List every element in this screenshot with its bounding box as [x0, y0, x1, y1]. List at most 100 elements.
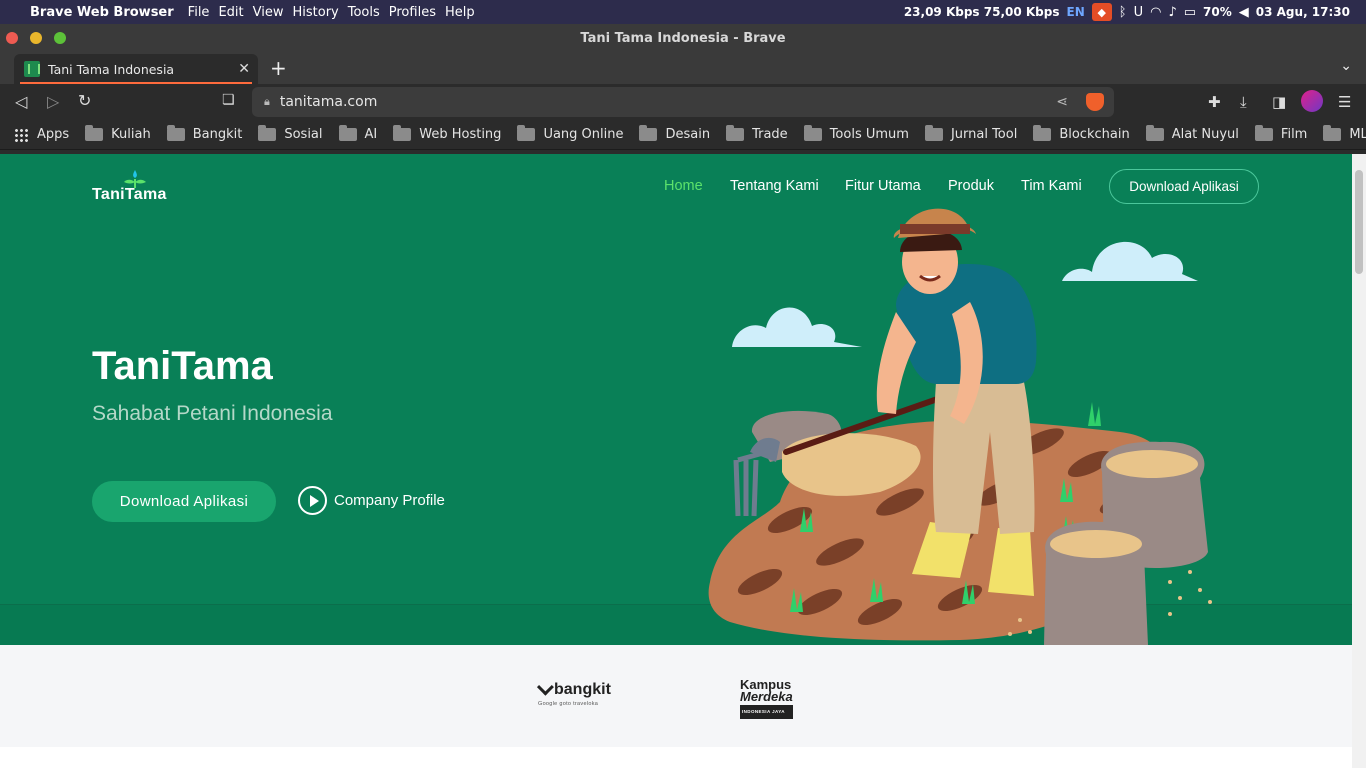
download-app-button[interactable]: Download Aplikasi — [92, 481, 276, 522]
clock[interactable]: 03 Agu, 17:30 — [1256, 5, 1350, 19]
tanitama-favicon-icon — [24, 61, 40, 77]
close-window-button[interactable] — [6, 32, 18, 44]
url-text[interactable]: tanitama.com — [280, 94, 377, 110]
folder-icon — [803, 125, 822, 141]
menu-edit[interactable]: Edit — [218, 5, 243, 20]
bookmark-folder[interactable]: AI — [338, 125, 378, 142]
bookmark-apps[interactable]: Apps — [14, 127, 69, 142]
bookmark-folder[interactable]: Kuliah — [85, 125, 151, 142]
hero-section: TaniTama Home Tentang Kami Fitur Utama P… — [0, 154, 1352, 645]
wifi-icon[interactable]: ◠ — [1150, 5, 1161, 20]
notification-bell-icon[interactable]: ♪ — [1168, 5, 1176, 20]
status-area: 23,09 Kbps 75,00 Kbps EN ◆ ᛒ U ◠ ♪ ▭ 70%… — [904, 3, 1366, 21]
forward-arrow-icon[interactable]: ▷ — [47, 92, 59, 111]
folder-icon — [166, 125, 185, 141]
hero-subtitle: Sahabat Petani Indonesia — [92, 402, 333, 425]
nav-produk[interactable]: Produk — [948, 178, 994, 194]
bookmark-folder[interactable]: Jurnal Tool — [924, 125, 1018, 142]
profile-avatar[interactable] — [1301, 90, 1323, 112]
sidebar-toggle-icon[interactable]: ◨ — [1272, 93, 1286, 111]
tab-close-icon[interactable]: ✕ — [238, 61, 250, 77]
bookmark-folder-label: Trade — [752, 127, 788, 142]
bookmark-folder[interactable]: ML — [1323, 125, 1366, 142]
tab-title: Tani Tama Indonesia — [48, 61, 175, 77]
nav-home[interactable]: Home — [664, 178, 703, 194]
bangkit-name: bangkit — [554, 681, 611, 698]
apps-grid-icon — [14, 127, 28, 142]
folder-icon — [338, 125, 357, 141]
bookmark-folder[interactable]: Sosial — [258, 125, 323, 142]
company-profile-link[interactable]: Company Profile — [298, 486, 445, 515]
new-tab-plus-icon[interactable]: + — [270, 56, 287, 80]
bookmark-folder-label: Alat Nuyul — [1171, 127, 1239, 142]
tab-search-chevron-icon[interactable]: ⌄ — [1340, 58, 1352, 74]
nav-tim-kami[interactable]: Tim Kami — [1021, 178, 1082, 194]
folder-icon — [1033, 125, 1052, 141]
bookmark-folder-label: Film — [1280, 127, 1308, 142]
maximize-window-button[interactable] — [54, 32, 66, 44]
page-continuation — [0, 747, 1352, 768]
bookmark-folder-label: Sosial — [284, 127, 323, 142]
menu-tools[interactable]: Tools — [348, 5, 380, 20]
battery-icon[interactable]: ▭ — [1184, 5, 1196, 20]
bookmark-folder[interactable]: Trade — [726, 125, 788, 142]
kampus-tag: INDONESIA JAYA — [740, 705, 793, 719]
menu-help[interactable]: Help — [445, 5, 475, 20]
farmer-illustration — [708, 208, 1212, 645]
folder-icon — [639, 125, 658, 141]
bookmark-folder[interactable]: Bangkit — [166, 125, 243, 142]
bookmark-folder-label: Blockchain — [1059, 127, 1130, 142]
extensions-puzzle-icon[interactable]: ✚ — [1208, 93, 1221, 111]
menu-file[interactable]: File — [188, 5, 210, 20]
input-language[interactable]: EN — [1067, 5, 1085, 19]
bookmark-folder[interactable]: Uang Online — [517, 125, 623, 142]
back-arrow-icon[interactable]: ◁ — [15, 92, 27, 111]
share-icon[interactable]: ⋖ — [1056, 94, 1068, 110]
nav-download-button[interactable]: Download Aplikasi — [1109, 169, 1259, 204]
menu-view[interactable]: View — [253, 5, 284, 20]
bangkit-mark-icon — [536, 678, 554, 696]
bookmark-folder[interactable]: Desain — [639, 125, 711, 142]
partners-strip: bangkit Google goto traveloka Kampus Mer… — [0, 645, 1352, 747]
app-name-menu[interactable]: Brave Web Browser — [30, 5, 174, 20]
bookmark-folder-label: AI — [364, 127, 378, 142]
volume-icon[interactable]: ◀ — [1239, 5, 1249, 20]
bookmark-folder-label: Web Hosting — [419, 127, 502, 142]
kampus-merdeka-logo: Kampus Merdeka INDONESIA JAYA — [740, 678, 793, 719]
site-logo[interactable]: TaniTama — [92, 170, 182, 210]
downloads-icon[interactable]: ⤓ — [1240, 93, 1247, 111]
browser-toolbar: ◁ ▷ ↻ ❏ 🔒︎ tanitama.com ⋖ ✚ ⤓ ◨ ☰ — [0, 84, 1366, 120]
menu-hamburger-icon[interactable]: ☰ — [1338, 93, 1351, 111]
reload-icon[interactable]: ↻ — [78, 91, 91, 110]
brave-tray-icon[interactable]: ◆ — [1091, 3, 1112, 21]
window-titlebar: Tani Tama Indonesia - Brave — [0, 24, 1366, 52]
system-menubar: Brave Web Browser File Edit View History… — [0, 0, 1366, 24]
bookmark-folder[interactable]: Web Hosting — [393, 125, 502, 142]
bookmark-folder-label: Jurnal Tool — [950, 127, 1018, 142]
menu-history[interactable]: History — [292, 5, 338, 20]
tab-tani-tama[interactable]: Tani Tama Indonesia ✕ — [14, 54, 258, 84]
nav-tentang-kami[interactable]: Tentang Kami — [730, 178, 819, 194]
lock-icon[interactable]: 🔒︎ — [264, 95, 270, 109]
scrollbar-thumb[interactable] — [1355, 170, 1363, 274]
folder-icon — [1145, 125, 1164, 141]
bookmark-folder[interactable]: Blockchain — [1033, 125, 1130, 142]
brave-shields-icon[interactable] — [1086, 93, 1104, 111]
bookmark-folder-label: Tools Umum — [829, 127, 909, 142]
bookmark-folder-label: Bangkit — [192, 127, 243, 142]
minimize-window-button[interactable] — [30, 32, 42, 44]
page-scrollbar[interactable] — [1352, 154, 1366, 768]
bluetooth-icon[interactable]: ᛒ — [1119, 5, 1127, 20]
bookmark-folder[interactable]: Film — [1254, 125, 1308, 142]
nav-fitur-utama[interactable]: Fitur Utama — [845, 178, 921, 194]
company-profile-label: Company Profile — [334, 492, 445, 509]
ublock-icon[interactable]: U — [1134, 5, 1144, 20]
bookmark-folder-label: Desain — [665, 127, 711, 142]
bookmark-folder[interactable]: Tools Umum — [803, 125, 909, 142]
bookmark-icon[interactable]: ❏ — [222, 92, 235, 108]
menu-profiles[interactable]: Profiles — [389, 5, 436, 20]
address-bar[interactable]: 🔒︎ tanitama.com ⋖ — [252, 87, 1114, 117]
bookmark-folder[interactable]: Alat Nuyul — [1145, 125, 1239, 142]
folder-icon — [517, 125, 536, 141]
folder-icon — [726, 125, 745, 141]
